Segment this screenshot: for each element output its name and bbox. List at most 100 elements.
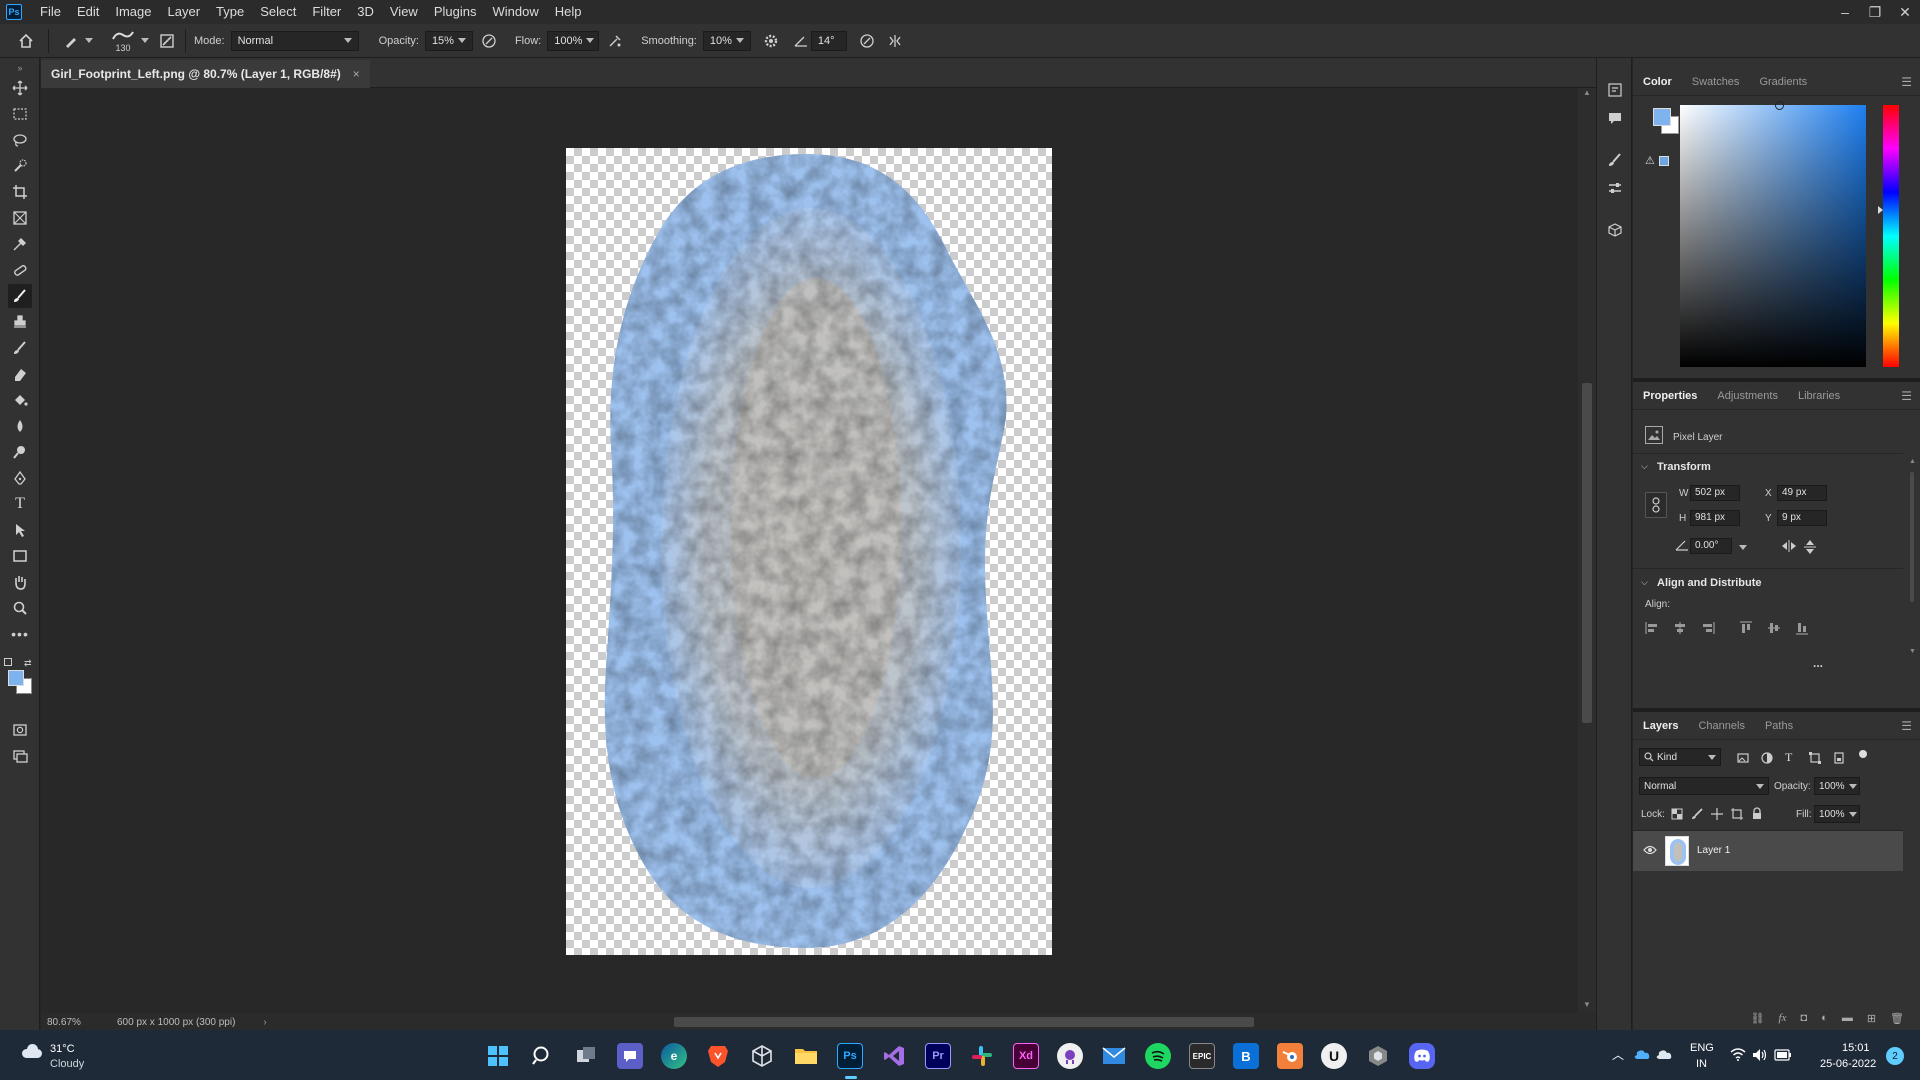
unity-icon[interactable] [1365, 1043, 1391, 1069]
filter-pixel-icon[interactable] [1737, 752, 1749, 764]
transform-section-title[interactable]: Transform [1657, 461, 1711, 473]
adobe-xd-icon[interactable]: Xd [1013, 1043, 1039, 1069]
flip-vertical-icon[interactable] [1803, 539, 1817, 555]
clock-time[interactable]: 15:01 [1842, 1042, 1870, 1054]
close-tab-icon[interactable]: × [353, 67, 360, 81]
pressure-opacity-icon[interactable] [479, 31, 499, 51]
foreground-color-swatch[interactable] [8, 670, 24, 686]
color-field[interactable] [1680, 101, 1866, 367]
slack-icon[interactable] [969, 1043, 995, 1069]
wifi-icon[interactable] [1730, 1048, 1746, 1061]
blender-icon[interactable] [1277, 1043, 1303, 1069]
notification-badge[interactable]: 2 [1886, 1047, 1904, 1065]
epic-games-icon[interactable]: EPIC [1189, 1043, 1215, 1069]
hue-slider[interactable] [1878, 105, 1899, 367]
symmetry-icon[interactable] [885, 31, 905, 51]
align-top-icon[interactable] [1739, 621, 1753, 635]
layer-row[interactable]: Layer 1 [1633, 831, 1903, 871]
adjustment-layer-icon[interactable]: ◐ [1821, 1012, 1828, 1024]
lock-position-icon[interactable] [1711, 808, 1723, 820]
align-distribute-section-title[interactable]: Align and Distribute [1657, 577, 1762, 589]
edge-browser-icon[interactable]: e [661, 1043, 687, 1069]
chevron-down-icon[interactable]: ⌵ [1641, 461, 1648, 472]
tab-layers[interactable]: Layers [1633, 712, 1688, 740]
filter-type-icon[interactable]: T [1785, 750, 1792, 765]
restore-icon[interactable]: ❐ [1860, 4, 1890, 21]
visual-studio-icon[interactable] [881, 1043, 907, 1069]
vertical-scroll-thumb[interactable] [1582, 383, 1592, 723]
chevron-down-icon[interactable] [85, 38, 93, 43]
teams-chat-icon[interactable] [617, 1043, 643, 1069]
hand-tool-icon[interactable] [8, 570, 32, 594]
trash-icon[interactable]: 🗑 [1890, 1012, 1904, 1025]
brush-preset-icon[interactable] [61, 31, 81, 51]
align-right-icon[interactable] [1701, 621, 1715, 635]
lock-pixels-icon[interactable] [1691, 808, 1703, 820]
weather-description[interactable]: Cloudy [50, 1058, 84, 1070]
zoom-tool-icon[interactable] [8, 596, 32, 620]
input-language[interactable]: ENG [1690, 1042, 1714, 1054]
quick-selection-tool-icon[interactable] [8, 154, 32, 178]
minimize-icon[interactable]: – [1830, 4, 1860, 21]
brush-settings-icon[interactable] [157, 31, 177, 51]
menu-view[interactable]: View [382, 0, 426, 24]
menu-file[interactable]: File [32, 0, 69, 24]
paint-bucket-tool-icon[interactable] [8, 388, 32, 412]
file-explorer-icon[interactable] [793, 1043, 819, 1069]
battery-icon[interactable] [1774, 1049, 1792, 1061]
history-icon[interactable] [1605, 80, 1625, 100]
align-bottom-icon[interactable] [1795, 621, 1809, 635]
menu-window[interactable]: Window [484, 0, 546, 24]
pressure-size-icon[interactable] [857, 31, 877, 51]
more-options-icon[interactable]: ... [1813, 656, 1823, 670]
chevron-down-icon[interactable] [141, 38, 149, 43]
filter-shape-icon[interactable] [1809, 752, 1821, 764]
mail-icon[interactable] [1101, 1043, 1127, 1069]
chevron-down-icon[interactable]: ⌵ [1641, 577, 1648, 588]
out-of-gamut-warning-icon[interactable]: ⚠ [1645, 154, 1655, 167]
horizontal-scrollbar[interactable] [319, 1017, 1619, 1027]
3d-cube-icon[interactable] [1605, 220, 1625, 240]
collapse-toolbar-icon[interactable]: » [8, 62, 32, 74]
clock-date[interactable]: 25-06-2022 [1820, 1058, 1876, 1070]
clone-stamp-tool-icon[interactable] [8, 310, 32, 334]
menu-help[interactable]: Help [547, 0, 590, 24]
align-left-icon[interactable] [1645, 621, 1659, 635]
default-colors-icon[interactable] [4, 658, 12, 666]
document-canvas[interactable] [566, 148, 1052, 955]
chevron-down-icon[interactable] [1739, 545, 1747, 550]
layer-name[interactable]: Layer 1 [1697, 845, 1730, 856]
scroll-down-icon[interactable]: ▼ [1583, 1000, 1591, 1009]
gear-icon[interactable] [761, 31, 781, 51]
opacity-field[interactable]: 15% [424, 30, 473, 51]
panel-menu-icon[interactable]: ☰ [1901, 389, 1912, 403]
tab-swatches[interactable]: Swatches [1682, 68, 1750, 96]
menu-layer[interactable]: Layer [160, 0, 209, 24]
healing-brush-tool-icon[interactable] [8, 258, 32, 282]
path-selection-tool-icon[interactable] [8, 518, 32, 542]
mode-select[interactable]: Normal [230, 30, 359, 51]
adjust-sliders-icon[interactable] [1605, 178, 1625, 198]
tab-adjustments[interactable]: Adjustments [1707, 382, 1788, 410]
gamut-swatch[interactable] [1659, 156, 1669, 166]
panel-menu-icon[interactable]: ☰ [1901, 75, 1912, 89]
type-tool-icon[interactable]: T [8, 492, 32, 516]
menu-type[interactable]: Type [208, 0, 252, 24]
blue-app-icon[interactable]: B [1233, 1043, 1259, 1069]
premiere-pro-icon[interactable]: Pr [925, 1043, 951, 1069]
input-region[interactable]: IN [1696, 1058, 1707, 1070]
photoshop-taskbar-icon[interactable]: Ps [837, 1043, 863, 1069]
properties-scrollbar[interactable]: ▲ ▼ [1909, 458, 1916, 658]
fx-icon[interactable]: fx [1779, 1012, 1787, 1024]
filter-toggle-icon[interactable] [1859, 750, 1867, 758]
eye-icon[interactable] [1643, 844, 1657, 856]
scroll-up-icon[interactable]: ▲ [1583, 88, 1591, 97]
layer-opacity-field[interactable]: 100% [1814, 777, 1860, 795]
canvas-area[interactable] [41, 88, 1578, 1013]
panel-menu-icon[interactable]: ☰ [1901, 719, 1912, 733]
brush-settings-panel-icon[interactable] [1605, 150, 1625, 170]
brush-tool-icon[interactable] [8, 284, 32, 308]
document-tab[interactable]: Girl_Footprint_Left.png @ 80.7% (Layer 1… [41, 60, 370, 88]
color-panel-swatches[interactable] [1653, 108, 1681, 136]
eraser-tool-icon[interactable] [8, 362, 32, 386]
